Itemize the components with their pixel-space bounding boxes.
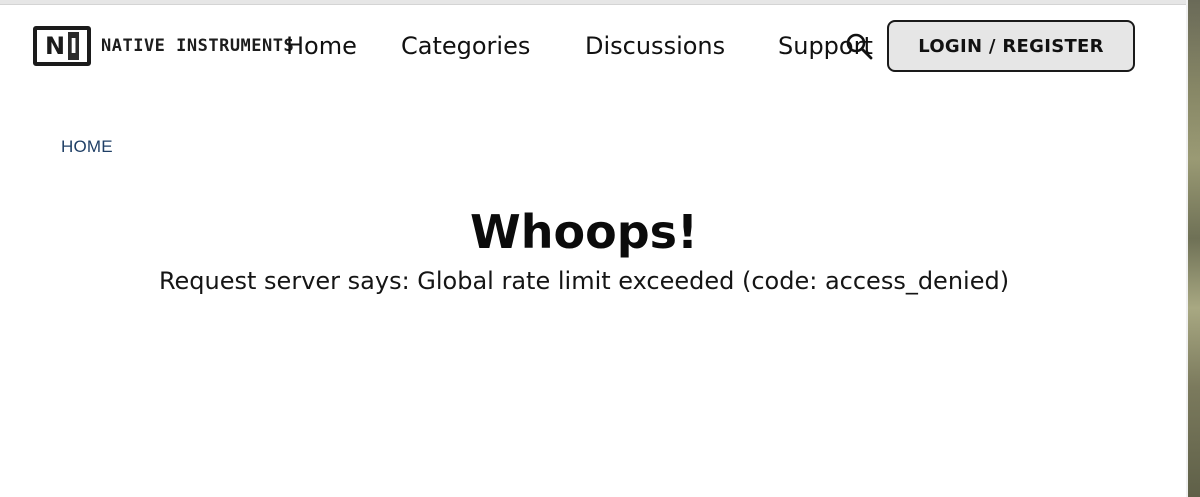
nav-item-categories[interactable]: Categories [401,32,530,60]
search-icon[interactable] [844,32,874,62]
nav-item-home[interactable]: Home [286,32,357,60]
background-window-edge [1188,0,1200,497]
site-header: N I NATIVE INSTRUMENTS Home Categories D… [0,4,1188,90]
main-nav: Home Categories Discussions Support LOGI… [0,4,1188,90]
error-title: Whoops! [470,205,698,259]
breadcrumb-home[interactable]: HOME [61,137,113,157]
error-message: Request server says: Global rate limit e… [158,267,1010,295]
nav-item-discussions[interactable]: Discussions [585,32,725,60]
login-register-button[interactable]: LOGIN / REGISTER [887,20,1135,72]
